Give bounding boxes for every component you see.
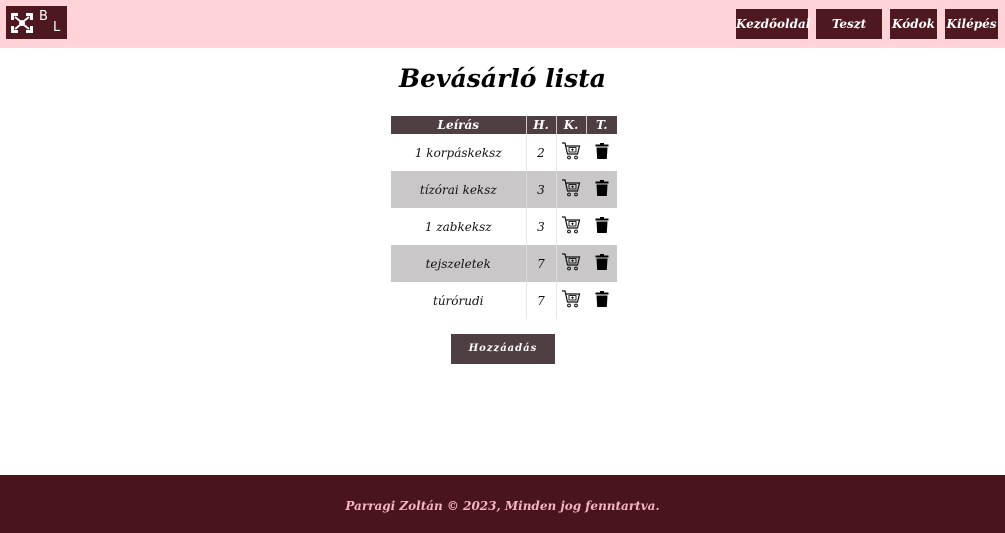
item-description: 1 zabkeksz — [424, 219, 492, 234]
footer: Parragi Zoltán © 2023, Minden jog fennta… — [0, 475, 1005, 533]
logo-mark-icon — [11, 13, 33, 33]
header-description: Leírás — [391, 116, 527, 134]
nav-codes-button[interactable]: Kódok — [890, 9, 937, 39]
logo-letter-b: B — [39, 9, 48, 24]
item-quantity: 7 — [525, 282, 557, 319]
trash-icon[interactable] — [595, 217, 609, 233]
item-description: 1 korpáskeksz — [414, 145, 502, 160]
trash-icon[interactable] — [595, 143, 609, 159]
add-item-button[interactable]: Hozzáadás — [451, 334, 555, 364]
cart-icon[interactable] — [561, 252, 581, 272]
item-quantity: 3 — [525, 171, 557, 208]
item-quantity: 7 — [525, 245, 557, 282]
item-quantity: 2 — [525, 134, 557, 171]
trash-icon[interactable] — [595, 254, 609, 270]
cart-icon[interactable] — [561, 178, 581, 198]
cart-icon[interactable] — [561, 141, 581, 161]
shopping-list-table: Leírás H. K. T. 1 korpáskeksz 2 tízórai … — [391, 116, 617, 319]
footer-copyright: Parragi Zoltán © 2023, Minden jog fennta… — [345, 499, 660, 513]
item-quantity: 3 — [525, 208, 557, 245]
table-row: tízórai keksz 3 — [391, 171, 617, 208]
header-cart: K. — [556, 116, 587, 134]
item-description: tízórai keksz — [391, 171, 526, 208]
header-quantity: H. — [526, 116, 557, 134]
header-delete: T. — [586, 116, 617, 134]
item-description: tejszeletek — [391, 245, 526, 282]
nav-user-button[interactable]: Teszt Elek — [816, 9, 882, 61]
item-description: túrórudi — [433, 293, 484, 308]
nav-home-button[interactable]: Kezdőoldal — [736, 9, 810, 39]
nav-logout-button[interactable]: Kilépés — [945, 9, 998, 39]
table-row: tejszeletek 7 — [391, 245, 617, 282]
table-row: 1 zabkeksz 3 — [391, 208, 617, 245]
page-title: Bevásárló lista — [399, 64, 606, 93]
table-row: túrórudi 7 — [391, 282, 617, 319]
table-header-row: Leírás H. K. T. — [391, 116, 617, 134]
trash-icon[interactable] — [595, 180, 609, 196]
logo[interactable]: B L — [6, 6, 67, 39]
cart-icon[interactable] — [561, 215, 581, 235]
header-bar: B L Kezdőoldal Teszt Elek Kódok Kilépés — [0, 0, 1005, 61]
cart-icon[interactable] — [561, 289, 581, 309]
table-row: 1 korpáskeksz 2 — [391, 134, 617, 171]
trash-icon[interactable] — [595, 291, 609, 307]
logo-letter-l: L — [53, 20, 61, 35]
